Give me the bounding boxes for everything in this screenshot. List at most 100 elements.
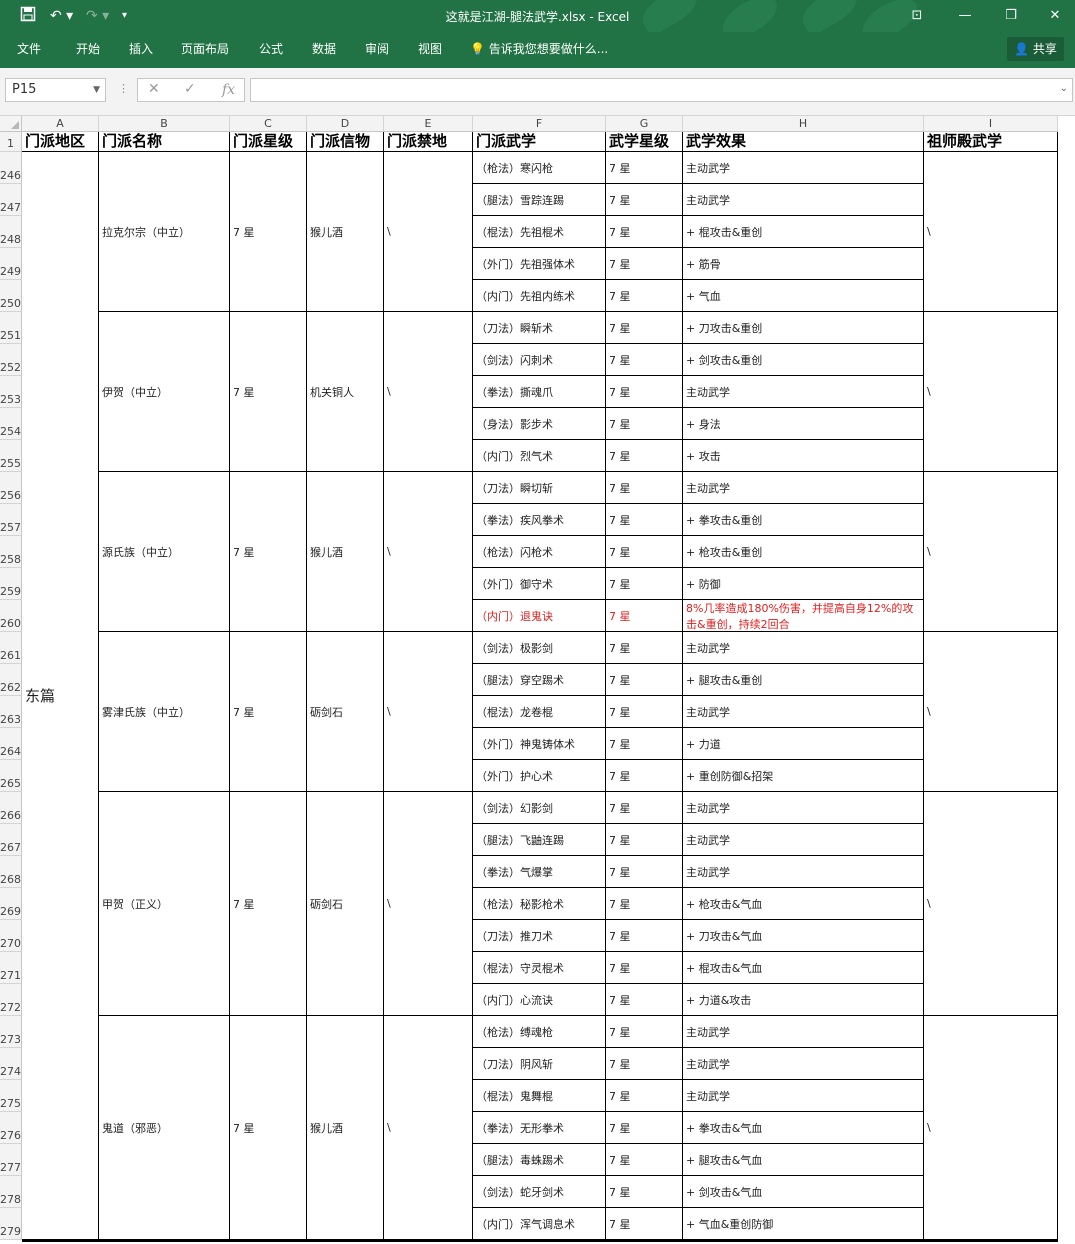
column-header-e[interactable]: E: [384, 116, 473, 132]
skill-effect-cell[interactable]: + 腿攻击&重创: [683, 664, 924, 696]
ancestral-hall-cell[interactable]: \: [924, 792, 1058, 1016]
skill-name-cell[interactable]: （腿法）雪踪连踢: [473, 184, 606, 216]
skill-star-cell[interactable]: 7 星: [606, 632, 683, 664]
row-header[interactable]: 261: [0, 632, 22, 664]
row-header[interactable]: 273: [0, 1016, 22, 1048]
skill-effect-cell[interactable]: + 腿攻击&气血: [683, 1144, 924, 1176]
row-header[interactable]: 276: [0, 1112, 22, 1144]
skill-name-cell[interactable]: （外门）御守术: [473, 568, 606, 600]
skill-effect-cell[interactable]: + 剑攻击&气血: [683, 1176, 924, 1208]
row-header[interactable]: 275: [0, 1080, 22, 1112]
skill-name-cell[interactable]: （枪法）缚魂枪: [473, 1016, 606, 1048]
row-header[interactable]: 274: [0, 1048, 22, 1080]
header-cell[interactable]: 门派信物: [307, 132, 384, 152]
row-header[interactable]: 263: [0, 696, 22, 728]
row-header[interactable]: 265: [0, 760, 22, 792]
skill-name-cell[interactable]: （拳法）无形拳术: [473, 1112, 606, 1144]
sect-token-cell[interactable]: 砺剑石: [307, 632, 384, 792]
skill-star-cell[interactable]: 7 星: [606, 472, 683, 504]
sect-name-cell[interactable]: 伊贺（中立）: [99, 312, 230, 472]
column-header-h[interactable]: H: [683, 116, 924, 132]
sect-star-cell[interactable]: 7 星: [230, 632, 307, 792]
skill-effect-cell[interactable]: + 棍攻击&气血: [683, 952, 924, 984]
skill-star-cell[interactable]: 7 星: [606, 184, 683, 216]
skill-star-cell[interactable]: 7 星: [606, 568, 683, 600]
skill-star-cell[interactable]: 7 星: [606, 856, 683, 888]
skill-star-cell[interactable]: 7 星: [606, 920, 683, 952]
row-header[interactable]: 247: [0, 184, 22, 216]
chevron-down-icon[interactable]: ▼: [93, 79, 100, 101]
row-header[interactable]: 272: [0, 984, 22, 1016]
skill-name-cell[interactable]: （棍法）鬼舞棍: [473, 1080, 606, 1112]
skill-effect-cell[interactable]: + 刀攻击&重创: [683, 312, 924, 344]
skill-effect-cell[interactable]: + 拳攻击&重创: [683, 504, 924, 536]
skill-name-cell[interactable]: （身法）影步术: [473, 408, 606, 440]
skill-name-cell[interactable]: （外门）神鬼铸体术: [473, 728, 606, 760]
skill-effect-cell[interactable]: + 身法: [683, 408, 924, 440]
sect-forbidden-cell[interactable]: \: [384, 792, 473, 1016]
share-button[interactable]: 👤 共享: [1007, 37, 1064, 61]
column-header-a[interactable]: A: [22, 116, 99, 132]
skill-name-cell[interactable]: （剑法）幻影剑: [473, 792, 606, 824]
skill-star-cell[interactable]: 7 星: [606, 536, 683, 568]
skill-star-cell[interactable]: 7 星: [606, 152, 683, 184]
tab-formulas[interactable]: 公式: [259, 40, 283, 58]
close-icon[interactable]: ✕: [1032, 6, 1075, 26]
row-header[interactable]: 278: [0, 1176, 22, 1208]
skill-star-cell[interactable]: 7 星: [606, 760, 683, 792]
skill-effect-cell[interactable]: + 剑攻击&重创: [683, 344, 924, 376]
skill-name-cell[interactable]: （刀法）推刀术: [473, 920, 606, 952]
skill-effect-cell[interactable]: 主动武学: [683, 184, 924, 216]
skill-effect-cell[interactable]: + 攻击: [683, 440, 924, 472]
sect-name-cell[interactable]: 拉克尔宗（中立）: [99, 152, 230, 312]
column-header-g[interactable]: G: [606, 116, 683, 132]
skill-name-cell[interactable]: （腿法）穿空踢术: [473, 664, 606, 696]
header-cell[interactable]: 门派星级: [230, 132, 307, 152]
sect-forbidden-cell[interactable]: \: [384, 632, 473, 792]
row-header[interactable]: 262: [0, 664, 22, 696]
skill-name-cell[interactable]: （枪法）闪枪术: [473, 536, 606, 568]
skill-name-cell[interactable]: （腿法）飞鼬连踢: [473, 824, 606, 856]
header-cell[interactable]: 门派禁地: [384, 132, 473, 152]
header-cell[interactable]: 祖师殿武学: [924, 132, 1058, 152]
row-header[interactable]: 246: [0, 152, 22, 184]
skill-star-cell[interactable]: 7 星: [606, 344, 683, 376]
restore-icon[interactable]: ❐: [988, 6, 1034, 26]
skill-name-cell[interactable]: （内门）先祖内练术: [473, 280, 606, 312]
tab-review[interactable]: 审阅: [365, 40, 389, 58]
row-header[interactable]: 269: [0, 888, 22, 920]
header-cell[interactable]: 门派武学: [473, 132, 606, 152]
sect-name-cell[interactable]: 鬼道（邪恶）: [99, 1016, 230, 1240]
skill-effect-cell[interactable]: + 枪攻击&重创: [683, 536, 924, 568]
sect-star-cell[interactable]: 7 星: [230, 792, 307, 1016]
skill-effect-cell[interactable]: + 防御: [683, 568, 924, 600]
row-header[interactable]: 250: [0, 280, 22, 312]
skill-star-cell[interactable]: 7 星: [606, 792, 683, 824]
row-header[interactable]: 267: [0, 824, 22, 856]
ancestral-hall-cell[interactable]: \: [924, 472, 1058, 632]
column-header-i[interactable]: I: [924, 116, 1058, 132]
fx-icon[interactable]: fx: [222, 82, 235, 98]
skill-star-cell[interactable]: 7 星: [606, 1208, 683, 1240]
skill-name-cell[interactable]: （内门）烈气术: [473, 440, 606, 472]
skill-name-cell[interactable]: （剑法）蛇牙剑术: [473, 1176, 606, 1208]
column-header-b[interactable]: B: [99, 116, 230, 132]
more-dots-icon[interactable]: ⋮: [118, 82, 129, 95]
skill-effect-cell[interactable]: 主动武学: [683, 1016, 924, 1048]
tab-view[interactable]: 视图: [418, 40, 442, 58]
skill-star-cell[interactable]: 7 星: [606, 888, 683, 920]
skill-effect-cell[interactable]: 主动武学: [683, 376, 924, 408]
row-header[interactable]: 264: [0, 728, 22, 760]
skill-name-cell[interactable]: （内门）浑气调息术: [473, 1208, 606, 1240]
ancestral-hall-cell[interactable]: \: [924, 1016, 1058, 1240]
row-header[interactable]: 268: [0, 856, 22, 888]
tab-data[interactable]: 数据: [312, 40, 336, 58]
skill-star-cell[interactable]: 7 星: [606, 440, 683, 472]
skill-effect-cell[interactable]: 主动武学: [683, 1080, 924, 1112]
skill-star-cell[interactable]: 7 星: [606, 408, 683, 440]
skill-effect-cell[interactable]: + 拳攻击&气血: [683, 1112, 924, 1144]
skill-star-cell[interactable]: 7 星: [606, 312, 683, 344]
column-header-d[interactable]: D: [307, 116, 384, 132]
skill-name-cell[interactable]: （剑法）极影剑: [473, 632, 606, 664]
row-header[interactable]: 254: [0, 408, 22, 440]
